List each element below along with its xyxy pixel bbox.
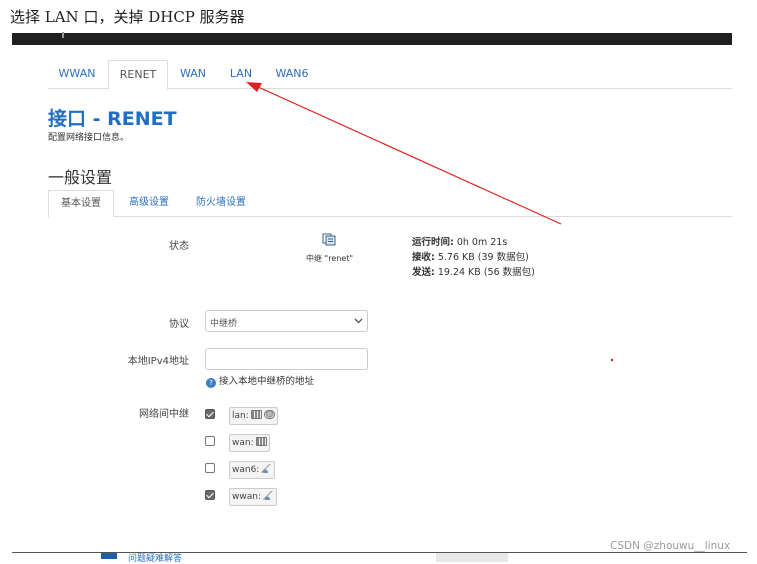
annotation-arrow (246, 82, 562, 225)
